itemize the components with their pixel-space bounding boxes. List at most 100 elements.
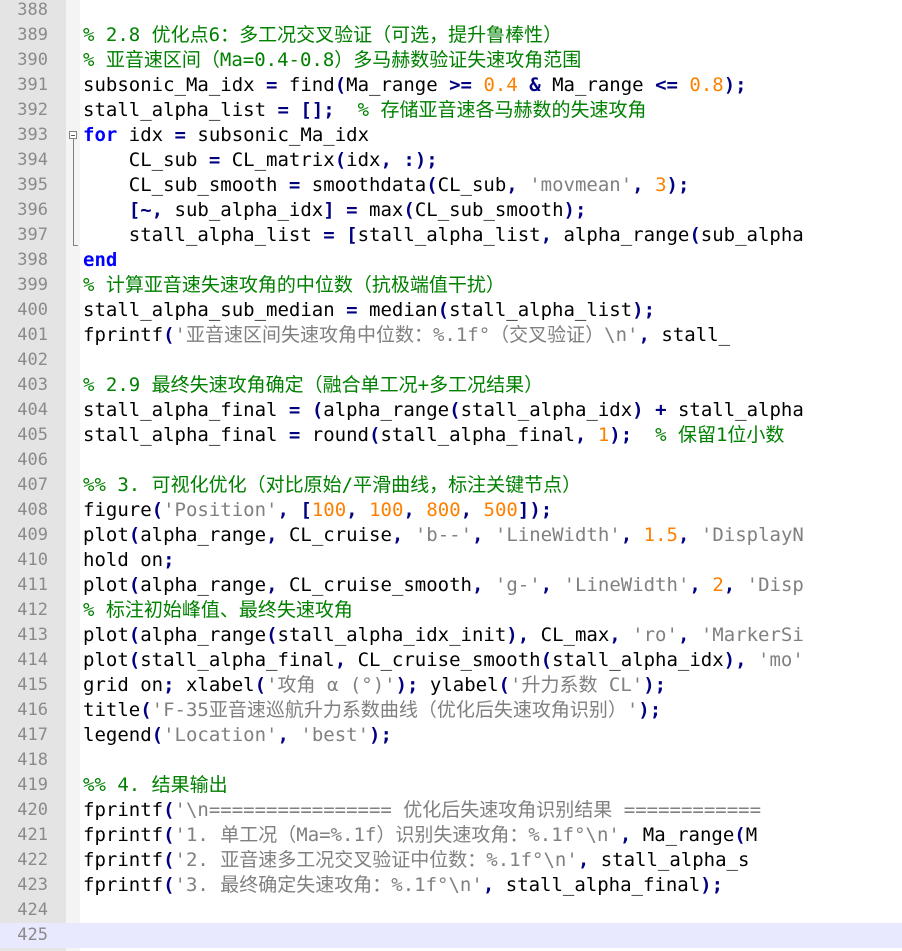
code-line[interactable]: 421 fprintf('1. 单工况（Ma=%.1f）识别失速攻角：%.1f°\… — [0, 823, 902, 848]
code-token: [ — [346, 224, 358, 246]
code-token: M — [745, 824, 758, 846]
code-line[interactable]: 406 — [0, 448, 902, 473]
code-token: , — [266, 574, 278, 596]
code-token: , — [346, 499, 358, 521]
code-token: 100 — [369, 499, 404, 521]
code-line[interactable]: 418 — [0, 748, 902, 773]
code-text[interactable]: stall_alpha_final = (alpha_range(stall_a… — [83, 398, 902, 423]
code-line[interactable]: 389 % 2.8 优化点6：多工况交叉验证（可选，提升鲁棒性） — [0, 23, 902, 48]
code-line[interactable]: 410 hold on; — [0, 548, 902, 573]
code-text[interactable]: CL_sub_smooth = smoothdata(CL_sub, 'movm… — [83, 173, 902, 198]
code-line[interactable]: 393 for idx = subsonic_Ma_idx — [0, 123, 902, 148]
code-line[interactable]: 396 [~, sub_alpha_idx] = max(CL_sub_smoo… — [0, 198, 902, 223]
code-text[interactable]: plot(alpha_range(stall_alpha_idx_init), … — [83, 623, 902, 648]
code-text[interactable]: fprintf('3. 最终确定失速攻角：%.1f°\n', stall_alp… — [83, 873, 902, 898]
code-token: '2. 亚音速多工况交叉验证中位数：%.1f°\n' — [174, 849, 578, 871]
code-line[interactable]: 417 legend('Location', 'best'); — [0, 723, 902, 748]
code-line[interactable]: 414 plot(stall_alpha_final, CL_cruise_smo… — [0, 648, 902, 673]
code-text[interactable]: plot(stall_alpha_final, CL_cruise_smooth… — [83, 648, 902, 673]
code-text[interactable]: for idx = subsonic_Ma_idx — [83, 123, 902, 148]
fold-toggle-icon[interactable] — [69, 131, 77, 139]
code-line[interactable]: 404 stall_alpha_final = (alpha_range(stal… — [0, 398, 902, 423]
code-line[interactable]: 424 — [0, 898, 902, 923]
code-text[interactable]: end — [83, 248, 902, 273]
code-line[interactable]: 413 plot(alpha_range(stall_alpha_idx_init… — [0, 623, 902, 648]
code-line[interactable]: 388 — [0, 0, 902, 23]
code-text[interactable]: fprintf('亚音速区间失速攻角中位数：%.1f°（交叉验证）\n', st… — [83, 323, 902, 348]
code-line[interactable]: 402 — [0, 348, 902, 373]
code-text[interactable]: plot(alpha_range, CL_cruise_smooth, 'g-'… — [83, 573, 902, 598]
code-text[interactable]: % 标注初始峰值、最终失速攻角 — [83, 598, 902, 623]
code-line[interactable]: 392 stall_alpha_list = []; % 存储亚音速各马赫数的失速… — [0, 98, 902, 123]
code-line[interactable]: 420 fprintf('\n================ 优化后失速攻角识别… — [0, 798, 902, 823]
code-text[interactable]: grid on; xlabel('攻角 α (°)'); ylabel('升力系… — [83, 673, 902, 698]
code-token: alpha_range — [140, 574, 267, 596]
code-text[interactable]: title('F-35亚音速巡航升力系数曲线（优化后失速攻角识别）'); — [83, 698, 902, 723]
code-text[interactable]: % 亚音速区间（Ma=0.4-0.8）多马赫数验证失速攻角范围 — [83, 48, 902, 73]
code-token: , — [277, 724, 289, 746]
code-token: , — [632, 174, 644, 196]
code-token: for — [83, 124, 118, 146]
code-token: plot — [83, 624, 129, 646]
code-line[interactable]: 397 stall_alpha_list = [stall_alpha_list… — [0, 223, 902, 248]
code-text[interactable]: % 2.8 优化点6：多工况交叉验证（可选，提升鲁棒性） — [83, 23, 902, 48]
code-text[interactable]: plot(alpha_range, CL_cruise, 'b--', 'Lin… — [83, 523, 902, 548]
code-token: ( — [266, 624, 278, 646]
code-line[interactable]: 419 %% 4. 结果输出 — [0, 773, 902, 798]
line-number: 400 — [17, 300, 48, 320]
code-line[interactable]: 391 subsonic_Ma_idx = find(Ma_range >= 0.… — [0, 73, 902, 98]
code-text[interactable]: figure('Position', [100, 100, 800, 500])… — [83, 498, 902, 523]
code-line[interactable]: 425 — [0, 923, 902, 948]
code-token: ( — [128, 524, 141, 546]
code-token: ( — [449, 399, 461, 421]
code-line[interactable]: 408 figure('Position', [100, 100, 800, 50… — [0, 498, 902, 523]
code-text[interactable]: % 2.9 最终失速攻角确定（融合单工况+多工况结果） — [83, 373, 902, 398]
code-line[interactable]: 398 end — [0, 248, 902, 273]
code-line[interactable]: 394 CL_sub = CL_matrix(idx, :); — [0, 148, 902, 173]
code-line[interactable]: 415 grid on; xlabel('攻角 α (°)'); ylabel('… — [0, 673, 902, 698]
code-text[interactable]: stall_alpha_list = [stall_alpha_list, al… — [83, 223, 902, 248]
code-line[interactable]: 411 plot(alpha_range, CL_cruise_smooth, '… — [0, 573, 902, 598]
code-token: , — [472, 524, 484, 546]
code-line[interactable]: 409 plot(alpha_range, CL_cruise, 'b--', '… — [0, 523, 902, 548]
code-token: , — [638, 324, 650, 346]
code-line[interactable]: 412 % 标注初始峰值、最终失速攻角 — [0, 598, 902, 623]
code-text[interactable]: %% 4. 结果输出 — [83, 773, 902, 798]
code-token: plot — [83, 524, 129, 546]
code-line[interactable]: 390 % 亚音速区间（Ma=0.4-0.8）多马赫数验证失速攻角范围 — [0, 48, 902, 73]
code-token: ( — [140, 699, 152, 721]
code-line[interactable]: 400 stall_alpha_sub_median = median(stall… — [0, 298, 902, 323]
code-line[interactable]: 405 stall_alpha_final = round(stall_alpha… — [0, 423, 902, 448]
code-text[interactable]: hold on; — [83, 548, 902, 573]
code-line[interactable]: 399 % 计算亚音速失速攻角的中位数（抗极端值干扰） — [0, 273, 902, 298]
code-text[interactable]: legend('Location', 'best'); — [83, 723, 902, 748]
code-text[interactable]: [~, sub_alpha_idx] = max(CL_sub_smooth); — [83, 198, 902, 223]
code-line[interactable]: 416 title('F-35亚音速巡航升力系数曲线（优化后失速攻角识别）'); — [0, 698, 902, 723]
code-text[interactable]: CL_sub = CL_matrix(idx, :); — [83, 148, 902, 173]
code-token: ; — [163, 674, 175, 696]
code-text[interactable]: subsonic_Ma_idx = find(Ma_range >= 0.4 &… — [83, 73, 902, 98]
code-text[interactable]: fprintf('\n================ 优化后失速攻角识别结果 … — [83, 798, 902, 823]
code-token: Ma_range — [540, 74, 656, 96]
code-text[interactable]: stall_alpha_sub_median = median(stall_al… — [83, 298, 902, 323]
code-line[interactable]: 403 % 2.9 最终失速攻角确定（融合单工况+多工况结果） — [0, 373, 902, 398]
line-number: 407 — [17, 475, 48, 495]
code-text[interactable]: %% 3. 可视化优化（对比原始/平滑曲线，标注关键节点） — [83, 473, 902, 498]
code-line[interactable]: 395 CL_sub_smooth = smoothdata(CL_sub, '… — [0, 173, 902, 198]
code-line[interactable]: 423 fprintf('3. 最终确定失速攻角：%.1f°\n', stall_… — [0, 873, 902, 898]
code-editor[interactable]: 388 389 % 2.8 优化点6：多工况交叉验证（可选，提升鲁棒性） 390 % 亚… — [0, 0, 902, 951]
code-line[interactable]: 407 %% 3. 可视化优化（对比原始/平滑曲线，标注关键节点） — [0, 473, 902, 498]
code-text[interactable]: stall_alpha_list = []; % 存储亚音速各马赫数的失速攻角 — [83, 98, 902, 123]
code-token: ); — [369, 724, 392, 746]
code-text[interactable]: fprintf('1. 单工况（Ma=%.1f）识别失速攻角：%.1f°\n',… — [83, 823, 902, 848]
code-token: ( — [163, 824, 175, 846]
code-text[interactable]: stall_alpha_final = round(stall_alpha_fi… — [83, 423, 902, 448]
code-text[interactable]: % 计算亚音速失速攻角的中位数（抗极端值干扰） — [83, 273, 902, 298]
code-text[interactable]: fprintf('2. 亚音速多工况交叉验证中位数：%.1f°\n', stal… — [83, 848, 902, 873]
code-line[interactable]: 401 fprintf('亚音速区间失速攻角中位数：%.1f°（交叉验证）\n',… — [0, 323, 902, 348]
code-line[interactable]: 422 fprintf('2. 亚音速多工况交叉验证中位数：%.1f°\n', s… — [0, 848, 902, 873]
code-token: grid on — [83, 674, 164, 696]
